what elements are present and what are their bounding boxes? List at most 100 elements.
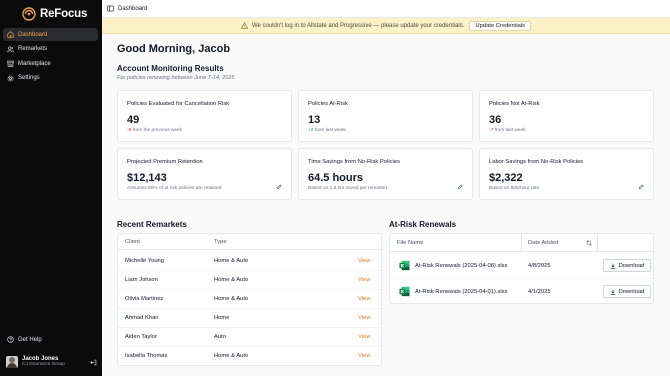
view-link[interactable]: View — [358, 315, 370, 321]
policy-type: Home & Auto — [214, 258, 249, 264]
policy-type: Home & Auto — [214, 353, 249, 359]
excel-file-icon — [399, 286, 410, 297]
download-icon — [610, 289, 615, 295]
card-note: Assumes 80% of at risk policies are reta… — [127, 186, 222, 191]
sidebar-item-remarkets[interactable]: Remarkets — [3, 43, 98, 56]
sidebar-item-label: Dashboard — [18, 31, 48, 38]
card-label: Policies Not At-Risk — [489, 101, 540, 107]
sidebar: ReFocus Dashboard Remarkets Marketplace … — [0, 0, 102, 376]
edit-icon[interactable] — [638, 184, 644, 190]
policy-type: Auto — [214, 334, 226, 340]
card-label: Policies At-Risk — [308, 101, 348, 107]
column-header-client: Client — [125, 239, 140, 245]
client-name: Michelle Young — [125, 258, 164, 264]
file-name[interactable]: At-Risk Renewals (2025-04-08).xlsx — [415, 263, 507, 269]
card-label: Policies Evaluated for Cancellation Risk — [127, 101, 230, 107]
sidebar-nav: Dashboard Remarkets Marketplace Settings — [3, 28, 98, 86]
monitoring-title: Account Monitoring Results — [117, 64, 224, 73]
column-header-date-added[interactable]: Date Added — [528, 240, 558, 246]
table-row: Michelle Young Home & Auto View — [118, 252, 381, 271]
excel-file-icon — [399, 260, 410, 271]
edit-icon[interactable] — [276, 184, 282, 190]
table-header: Client Type — [118, 234, 381, 250]
help-icon — [7, 336, 14, 343]
sidebar-item-label: Settings — [18, 75, 40, 81]
column-divider — [597, 234, 598, 252]
column-header-file-name: File Name — [397, 240, 424, 246]
metric-card-at-risk: Policies At-Risk 13 +2 from last week — [298, 90, 473, 142]
sidebar-item-label: Marketplace — [18, 60, 51, 67]
credentials-alert: We couldn't log in to Allstate and Progr… — [102, 18, 670, 34]
date-added: 4/8/2025 — [528, 263, 551, 269]
greeting: Good Morning, Jacob — [117, 43, 231, 55]
card-value: 36 — [489, 114, 502, 126]
view-link[interactable]: View — [358, 353, 370, 359]
card-value: $2,322 — [489, 172, 523, 184]
top-bar: Dashboard — [102, 0, 670, 18]
refocus-logo-icon — [22, 7, 36, 21]
card-note-text: from last week — [313, 128, 346, 133]
table-row: Liam Johson Home & Auto View — [118, 271, 381, 290]
card-value: $12,143 — [127, 172, 167, 184]
sidebar-item-dashboard[interactable]: Dashboard — [3, 28, 98, 41]
card-note-text: from the previous week — [131, 128, 183, 133]
policy-type: Home & Auto — [214, 277, 249, 283]
file-name[interactable]: At-Risk Renewals (2025-04-01).xlsx — [415, 289, 507, 295]
table-header: File Name Date Added — [390, 234, 653, 252]
metric-card-labor-savings: Labor Savings from No-Risk Policies $2,3… — [479, 148, 654, 200]
card-value: 64.5 hours — [308, 172, 364, 184]
client-name: Liam Johson — [125, 277, 158, 283]
update-credentials-button[interactable]: Update Credentials — [469, 20, 532, 31]
card-value: 49 — [127, 114, 140, 126]
user-profile[interactable]: Jacob Jones CJ Insurance Group — [6, 356, 98, 368]
download-button[interactable]: Download — [603, 285, 651, 298]
card-note: -7 from last week — [489, 128, 526, 133]
logout-icon[interactable] — [90, 359, 97, 366]
brand-name: ReFocus — [40, 8, 88, 20]
sort-icon[interactable] — [586, 240, 592, 246]
sidebar-item-marketplace[interactable]: Marketplace — [3, 57, 98, 70]
date-added: 4/1/2025 — [528, 289, 551, 295]
get-help-label: Get Help — [18, 336, 42, 343]
remarkets-table: Client Type Michelle Young Home & Auto V… — [117, 233, 382, 366]
card-label: Labor Savings from No-Risk Policies — [489, 159, 584, 165]
table-row: Olivia Martinez Home & Auto View — [118, 290, 381, 309]
download-icon — [610, 263, 615, 269]
client-name: Ahmad Khan — [125, 315, 159, 321]
user-org: CJ Insurance Group — [22, 362, 65, 368]
column-divider — [521, 234, 522, 252]
gear-icon — [7, 75, 14, 81]
download-label: Download — [618, 262, 645, 269]
edit-icon[interactable] — [457, 184, 463, 190]
recent-remarkets-title: Recent Remarkets — [117, 220, 187, 229]
metric-card-evaluated: Policies Evaluated for Cancellation Risk… — [117, 90, 292, 142]
sidebar-toggle-icon[interactable] — [107, 5, 114, 12]
get-help-link[interactable]: Get Help — [7, 336, 42, 343]
view-link[interactable]: View — [358, 277, 370, 283]
breadcrumb: Dashboard — [118, 5, 148, 12]
alert-message: We couldn't log in to Allstate and Progr… — [251, 22, 465, 29]
table-row: At-Risk Renewals (2025-04-08).xlsx 4/8/2… — [390, 253, 653, 279]
table-row: Ahmad Khan Home View — [118, 309, 381, 328]
card-note: +2 from last week — [308, 128, 346, 133]
metric-card-not-at-risk: Policies Not At-Risk 36 -7 from last wee… — [479, 90, 654, 142]
sidebar-item-settings[interactable]: Settings — [3, 72, 98, 85]
view-link[interactable]: View — [358, 258, 370, 264]
card-value: 13 — [308, 114, 321, 126]
at-risk-renewals-title: At-Risk Renewals — [389, 220, 457, 229]
metric-card-time-savings: Time Savings from No-Risk Policies 64.5 … — [298, 148, 473, 200]
view-link[interactable]: View — [358, 334, 370, 340]
client-name: Isabella Thomas — [125, 353, 168, 359]
brand[interactable]: ReFocus — [22, 6, 87, 22]
store-icon — [7, 60, 14, 67]
users-icon — [7, 46, 14, 52]
sidebar-item-label: Remarkets — [18, 46, 48, 52]
view-link[interactable]: View — [358, 296, 370, 302]
client-name: Olivia Martinez — [125, 296, 164, 302]
policy-type: Home — [214, 315, 230, 321]
client-name: Aiden Taylor — [125, 334, 157, 340]
download-button[interactable]: Download — [603, 259, 651, 272]
card-label: Time Savings from No-Risk Policies — [308, 159, 400, 165]
card-note: -5 from the previous week — [127, 128, 182, 133]
warning-icon — [240, 22, 248, 29]
